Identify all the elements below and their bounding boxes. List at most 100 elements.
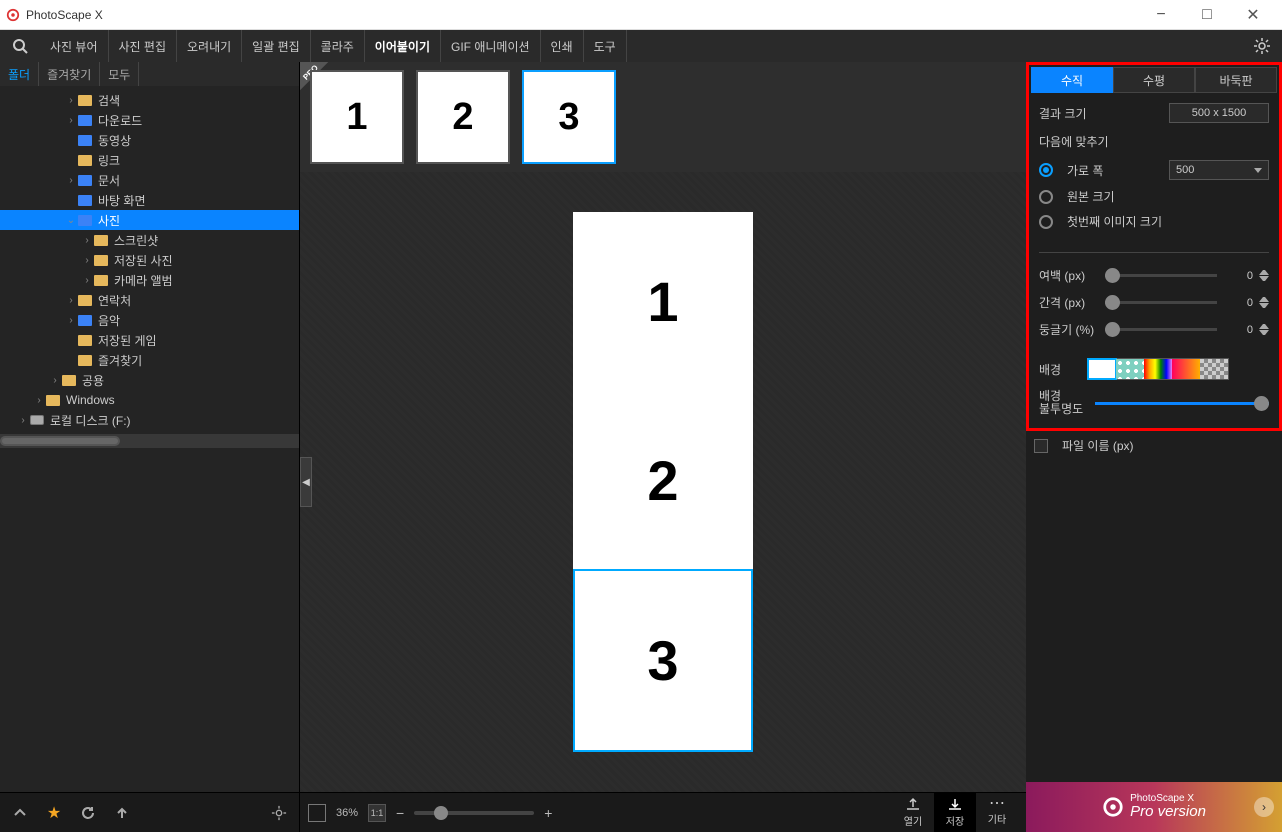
filename-checkbox[interactable] xyxy=(1034,439,1048,453)
canvas-cell-0[interactable]: 1 xyxy=(573,212,753,391)
window-close-button[interactable]: ✕ xyxy=(1230,0,1276,30)
swatch-rainbow[interactable] xyxy=(1144,359,1172,379)
open-button[interactable]: 열기 xyxy=(892,793,934,832)
canvas-footer: 36% 1:1 − + 열기 저장 ⋯ 기타 xyxy=(300,792,1026,832)
left-tab-2[interactable]: 모두 xyxy=(100,62,139,86)
file-tree-hscrollbar[interactable] xyxy=(0,434,299,448)
tree-chevron-icon[interactable]: › xyxy=(80,255,94,266)
fit-radio-2[interactable] xyxy=(1039,215,1053,229)
favorite-star-icon[interactable]: ★ xyxy=(40,799,68,827)
thumbnail-1[interactable]: 2 xyxy=(416,70,510,164)
compare-box-icon[interactable] xyxy=(308,804,326,822)
bg-opacity-slider[interactable] xyxy=(1095,402,1269,405)
tree-chevron-icon[interactable]: ⌄ xyxy=(64,215,78,226)
pro-version-banner[interactable]: PhotoScape X Pro version › xyxy=(1026,782,1282,832)
tree-item-1[interactable]: ›다운로드 xyxy=(0,110,299,130)
tree-item-11[interactable]: ›음악 xyxy=(0,310,299,330)
toolbar-tab-3[interactable]: 일괄 편집 xyxy=(242,30,311,62)
tree-item-12[interactable]: 저장된 게임 xyxy=(0,330,299,350)
orient-tab-1[interactable]: 수평 xyxy=(1113,67,1195,93)
tree-item-16[interactable]: ›로컬 디스크 (F:) xyxy=(0,410,299,430)
zoom-out-button[interactable]: − xyxy=(396,805,404,821)
tree-chevron-icon[interactable]: › xyxy=(64,315,78,326)
up-arrow-icon[interactable] xyxy=(108,799,136,827)
thumbnail-2[interactable]: 3 xyxy=(522,70,616,164)
fit-radio-0[interactable] xyxy=(1039,163,1053,177)
tree-item-4[interactable]: ›문서 xyxy=(0,170,299,190)
zoom-fit-button[interactable]: 1:1 xyxy=(368,804,386,822)
folder-icon xyxy=(78,95,92,106)
tree-item-15[interactable]: ›Windows xyxy=(0,390,299,410)
zoom-slider[interactable] xyxy=(414,811,534,815)
slider-0[interactable] xyxy=(1105,274,1217,277)
collapse-left-handle[interactable]: ◀ xyxy=(300,457,312,507)
swatch-gradient[interactable] xyxy=(1172,359,1200,379)
tree-chevron-icon[interactable]: › xyxy=(32,395,46,406)
tree-chevron-icon[interactable]: › xyxy=(64,95,78,106)
tree-item-8[interactable]: › 저장된 사진 xyxy=(0,250,299,270)
sidebar-gear-icon[interactable] xyxy=(265,799,293,827)
toolbar-tab-2[interactable]: 오려내기 xyxy=(177,30,242,62)
toolbar-tab-5[interactable]: 이어붙이기 xyxy=(365,30,441,62)
swatch-pattern[interactable] xyxy=(1116,359,1144,379)
tree-item-10[interactable]: ›연락처 xyxy=(0,290,299,310)
tree-item-5[interactable]: 바탕 화면 xyxy=(0,190,299,210)
left-tab-1[interactable]: 즐겨찾기 xyxy=(39,62,100,86)
result-size-value[interactable]: 500 x 1500 xyxy=(1169,103,1269,123)
tree-chevron-icon[interactable]: › xyxy=(80,235,94,246)
slider-2[interactable] xyxy=(1105,328,1217,331)
tree-item-0[interactable]: ›검색 xyxy=(0,90,299,110)
slider-stepper-1[interactable] xyxy=(1259,295,1269,310)
pro-logo-icon xyxy=(1102,796,1124,818)
toolbar-tab-1[interactable]: 사진 편집 xyxy=(109,30,178,62)
toolbar-tab-0[interactable]: 사진 뷰어 xyxy=(40,30,109,62)
width-select[interactable]: 500 xyxy=(1169,160,1269,180)
result-size-label: 결과 크기 xyxy=(1039,105,1161,122)
save-button[interactable]: 저장 xyxy=(934,793,976,832)
tree-item-7[interactable]: ›스크린샷 xyxy=(0,230,299,250)
refresh-icon[interactable] xyxy=(74,799,102,827)
swatch-white[interactable] xyxy=(1088,359,1116,379)
tree-item-6[interactable]: ⌄사진 xyxy=(0,210,299,230)
tree-chevron-icon[interactable]: › xyxy=(80,275,94,286)
settings-gear-icon[interactable] xyxy=(1250,34,1274,58)
slider-stepper-0[interactable] xyxy=(1259,268,1269,283)
search-icon[interactable] xyxy=(8,34,32,58)
main-area: 폴더즐겨찾기모두 ›검색›다운로드동영상링크›문서바탕 화면⌄사진›스크린샷›저… xyxy=(0,62,1282,832)
canvas-area[interactable]: ◀ 123 xyxy=(300,172,1026,792)
hdd-icon xyxy=(30,415,44,425)
tree-item-label: 저장된 사진 xyxy=(114,252,173,269)
tree-item-14[interactable]: ›공용 xyxy=(0,370,299,390)
right-sidebar: 수직수평바둑판 결과 크기 500 x 1500 다음에 맞추기 가로 폭500… xyxy=(1026,62,1282,832)
canvas-cell-1[interactable]: 2 xyxy=(573,391,753,570)
orient-tab-0[interactable]: 수직 xyxy=(1031,67,1113,93)
canvas-cell-2[interactable]: 3 xyxy=(573,569,753,752)
zoom-in-button[interactable]: + xyxy=(544,805,552,821)
chevron-up-icon[interactable] xyxy=(6,799,34,827)
toolbar-tab-4[interactable]: 콜라주 xyxy=(311,30,365,62)
video-icon xyxy=(78,135,92,146)
tree-item-9[interactable]: ›카메라 앨범 xyxy=(0,270,299,290)
left-tab-0[interactable]: 폴더 xyxy=(0,62,39,86)
swatch-checker[interactable] xyxy=(1200,359,1228,379)
slider-1[interactable] xyxy=(1105,301,1217,304)
tree-chevron-icon[interactable]: › xyxy=(48,375,62,386)
toolbar-tab-6[interactable]: GIF 애니메이션 xyxy=(441,30,541,62)
tree-chevron-icon[interactable]: › xyxy=(16,415,30,426)
tree-item-label: 동영상 xyxy=(98,132,131,149)
other-button[interactable]: ⋯ 기타 xyxy=(976,793,1018,832)
window-maximize-button[interactable]: □ xyxy=(1184,0,1230,30)
slider-stepper-2[interactable] xyxy=(1259,322,1269,337)
tree-item-3[interactable]: 링크 xyxy=(0,150,299,170)
fit-radio-1[interactable] xyxy=(1039,190,1053,204)
window-minimize-button[interactable]: − xyxy=(1138,0,1184,30)
orient-tab-2[interactable]: 바둑판 xyxy=(1195,67,1277,93)
toolbar-tab-7[interactable]: 인쇄 xyxy=(541,30,584,62)
tree-chevron-icon[interactable]: › xyxy=(64,295,78,306)
tree-item-2[interactable]: 동영상 xyxy=(0,130,299,150)
tree-chevron-icon[interactable]: › xyxy=(64,115,78,126)
tree-item-13[interactable]: 즐겨찾기 xyxy=(0,350,299,370)
tree-chevron-icon[interactable]: › xyxy=(64,175,78,186)
toolbar-tab-8[interactable]: 도구 xyxy=(584,30,627,62)
thumbnail-0[interactable]: 1 xyxy=(310,70,404,164)
